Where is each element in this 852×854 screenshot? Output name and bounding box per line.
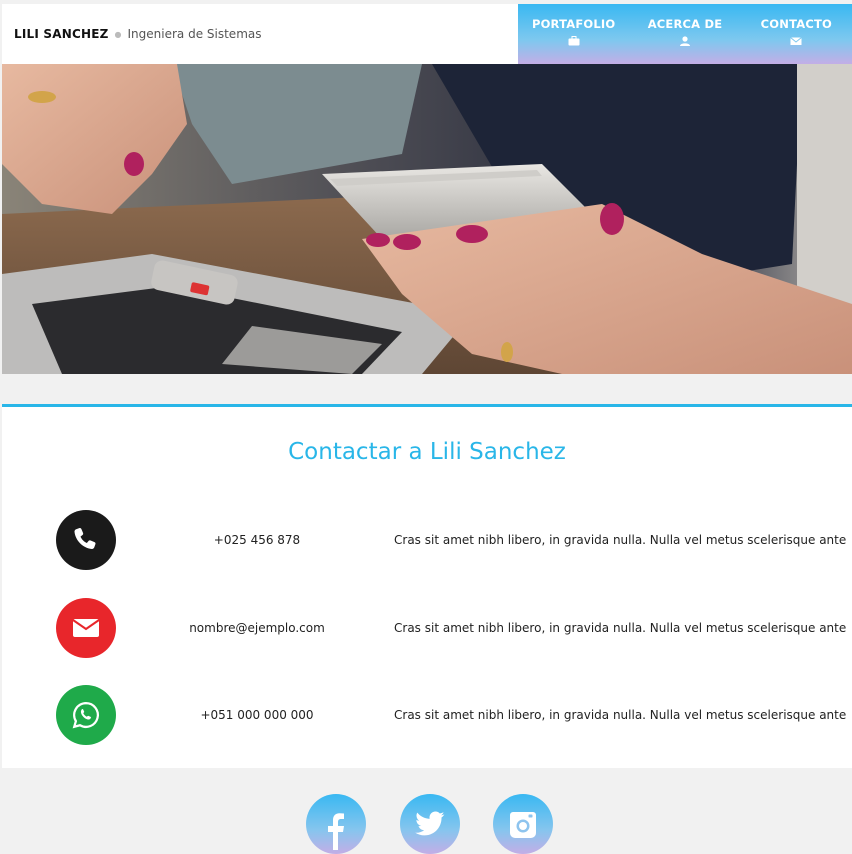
contact-row-whatsapp: +051 000 000 000 Cras sit amet nibh libe…: [2, 685, 852, 745]
contact-section: Contactar a Lili Sanchez +025 456 878 Cr…: [2, 404, 852, 768]
brand[interactable]: LILI SANCHEZ ● Ingeniera de Sistemas: [14, 4, 261, 64]
contact-phone-value: +025 456 878: [213, 533, 301, 547]
instagram-icon[interactable]: [493, 794, 553, 854]
social-links: [0, 794, 852, 854]
twitter-icon[interactable]: [400, 794, 460, 854]
nav-label: PORTAFOLIO: [531, 17, 616, 31]
main-nav: PORTAFOLIO ACERCA DE CONTACTO: [518, 4, 852, 64]
contact-email-value: nombre@ejemplo.com: [189, 621, 325, 635]
contact-row-phone: +025 456 878 Cras sit amet nibh libero, …: [2, 510, 852, 570]
nav-item-portafolio[interactable]: PORTAFOLIO: [518, 4, 629, 64]
brand-subtitle: Ingeniera de Sistemas: [127, 27, 262, 41]
envelope-icon: [790, 37, 803, 45]
facebook-icon[interactable]: [306, 794, 366, 854]
whatsapp-icon[interactable]: [56, 685, 116, 745]
contact-email-description: Cras sit amet nibh libero, in gravida nu…: [394, 621, 847, 635]
hero-image: [2, 64, 852, 374]
envelope-icon[interactable]: [56, 598, 116, 658]
hero-photo: [2, 64, 852, 374]
contact-whatsapp-value: +051 000 000 000: [200, 708, 314, 722]
brand-separator: ●: [114, 29, 122, 39]
nav-item-contacto[interactable]: CONTACTO: [741, 4, 852, 64]
user-icon: [679, 36, 690, 46]
nav-label: ACERCA DE: [647, 17, 723, 31]
nav-item-acerca-de[interactable]: ACERCA DE: [629, 4, 740, 64]
site-header: LILI SANCHEZ ● Ingeniera de Sistemas POR…: [2, 4, 852, 64]
brand-name: LILI SANCHEZ: [14, 27, 109, 41]
contact-whatsapp-description: Cras sit amet nibh libero, in gravida nu…: [394, 708, 847, 722]
contact-phone-description: Cras sit amet nibh libero, in gravida nu…: [394, 533, 847, 547]
nav-label: CONTACTO: [760, 17, 832, 31]
phone-icon[interactable]: [56, 510, 116, 570]
contact-row-email: nombre@ejemplo.com Cras sit amet nibh li…: [2, 598, 852, 658]
contact-title: Contactar a Lili Sanchez: [288, 439, 566, 465]
briefcase-icon: [568, 36, 580, 46]
